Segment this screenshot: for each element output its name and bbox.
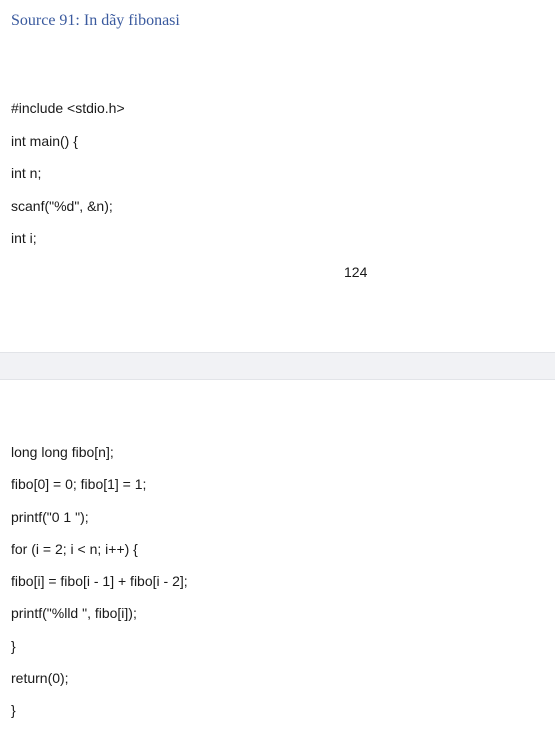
- code-line-close-loop: }: [11, 638, 16, 654]
- code-line-close-main: }: [11, 702, 16, 718]
- page-number: 124: [344, 264, 368, 280]
- code-line-return: return(0);: [11, 670, 69, 686]
- code-line-scanf: scanf("%d", &n);: [11, 198, 113, 214]
- code-line-include: #include <stdio.h>: [11, 100, 125, 116]
- document-page-bottom: long long fibo[n]; fibo[0] = 0; fibo[1] …: [0, 380, 555, 734]
- code-line-decl-n: int n;: [11, 165, 42, 181]
- document-page-top: Source 91: In dãy fibonasi #include <std…: [0, 0, 555, 352]
- code-line-fibo-array: long long fibo[n];: [11, 444, 114, 460]
- code-line-decl-i: int i;: [11, 230, 37, 246]
- code-line-main: int main() {: [11, 133, 78, 149]
- source-heading: Source 91: In dãy fibonasi: [11, 12, 180, 29]
- code-line-for-loop: for (i = 2; i < n; i++) {: [11, 541, 138, 557]
- code-line-printf-fibo: printf("%lld ", fibo[i]);: [11, 605, 137, 621]
- page-separator: [0, 352, 555, 380]
- code-line-fibo-calc: fibo[i] = fibo[i - 1] + fibo[i - 2];: [11, 573, 188, 589]
- code-line-fibo-init: fibo[0] = 0; fibo[1] = 1;: [11, 476, 147, 492]
- code-line-printf-start: printf("0 1 ");: [11, 509, 89, 525]
